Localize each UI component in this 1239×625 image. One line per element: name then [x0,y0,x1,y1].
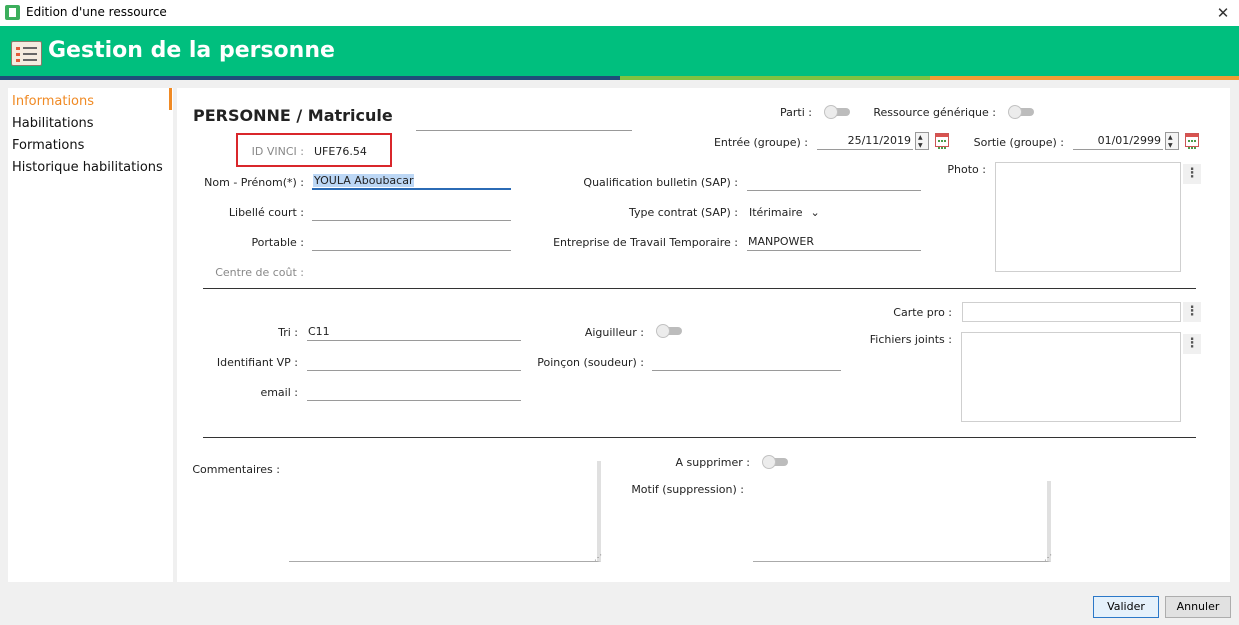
list-icon [11,41,42,66]
carte-pro-label: Carte pro : [893,306,952,319]
nom-prenom-value: YOULA Aboubacar [313,174,415,187]
motif-label: Motif (suppression) : [631,483,744,496]
email-label: email : [260,386,298,399]
qualification-label: Qualification bulletin (SAP) : [583,176,738,189]
entree-date-input[interactable]: 25/11/2019 [817,132,913,150]
close-icon[interactable]: ✕ [1212,2,1234,24]
resize-grip[interactable]: ⋰ [1044,553,1052,562]
libelle-court-label: Libellé court : [228,206,304,219]
parti-toggle[interactable] [824,105,852,119]
fichiers-joints-box[interactable] [961,332,1181,422]
parti-label: Parti : [780,106,812,119]
matricule-field[interactable] [416,130,632,131]
divider [203,437,1196,438]
window-title: Edition d'une ressource [26,5,167,19]
ressource-generique-label: Ressource générique : [873,106,996,119]
identifiant-vp-label: Identifiant VP : [216,356,298,369]
valider-button[interactable]: Valider [1093,596,1159,618]
carte-pro-field[interactable] [962,302,1181,322]
type-contrat-label: Type contrat (SAP) : [628,206,738,219]
id-vinci-label: ID VINCI : [251,145,304,158]
sidebar-item-habilitations[interactable]: Habilitations [12,116,94,131]
ett-input[interactable]: MANPOWER [747,233,921,251]
section-title: PERSONNE / Matricule [193,106,393,125]
type-contrat-value: Itérimaire [749,206,803,219]
page-title: Gestion de la personne [48,38,335,63]
email-input[interactable] [307,383,521,401]
motif-textarea[interactable] [753,481,1051,562]
photo-box[interactable] [995,162,1181,272]
ressource-generique-toggle[interactable] [1008,105,1036,119]
tri-input[interactable]: C11 [307,323,521,341]
portable-label: Portable : [251,236,304,249]
annuler-button[interactable]: Annuler [1165,596,1231,618]
libelle-court-input[interactable] [312,203,511,221]
ett-label: Entreprise de Travail Temporaire : [553,236,738,249]
id-vinci-value: UFE76.54 [314,145,367,158]
photo-label: Photo : [947,163,986,176]
sortie-label: Sortie (groupe) : [973,136,1064,149]
fichiers-joints-menu-icon[interactable]: ⋮ [1183,334,1201,354]
sortie-spinner[interactable]: ▲ ▼ [1165,132,1179,150]
qualification-input[interactable] [747,173,921,191]
sortie-date-input[interactable]: 01/01/2999 [1073,132,1163,150]
window-titlebar [0,0,1239,26]
divider [203,288,1196,289]
centre-cout-label: Centre de coût : [215,266,304,279]
sortie-calendar-icon[interactable] [1185,133,1199,149]
nom-prenom-label: Nom - Prénom(*) : [204,176,304,189]
app-icon [5,5,20,20]
commentaires-textarea[interactable] [289,461,601,562]
commentaires-label: Commentaires : [192,463,280,476]
aiguilleur-toggle[interactable] [656,324,684,338]
resize-grip[interactable]: ⋰ [594,553,602,562]
chevron-down-icon: ⌄ [810,206,820,219]
sidebar-item-formations[interactable]: Formations [12,138,84,153]
a-supprimer-label: A supprimer : [675,456,750,469]
nom-prenom-input[interactable]: YOULA Aboubacar [312,172,511,190]
portable-input[interactable] [312,233,511,251]
sidebar-item-historique-habilitations[interactable]: Historique habilitations [12,160,163,175]
fichiers-joints-label: Fichiers joints : [869,333,952,346]
entree-spinner[interactable]: ▲ ▼ [915,132,929,150]
carte-pro-menu-icon[interactable]: ⋮ [1183,302,1201,322]
active-nav-marker [169,88,172,110]
identifiant-vp-input[interactable] [307,353,521,371]
tri-label: Tri : [278,326,298,339]
poincon-label: Poinçon (soudeur) : [537,356,644,369]
entree-calendar-icon[interactable] [935,133,949,149]
entree-label: Entrée (groupe) : [713,136,808,149]
photo-menu-icon[interactable]: ⋮ [1183,164,1201,184]
poincon-input[interactable] [652,353,841,371]
sidebar-item-informations[interactable]: Informations [12,94,94,109]
aiguilleur-label: Aiguilleur : [584,326,644,339]
sidebar: Informations Habilitations Formations Hi… [8,88,173,582]
header-stripe [0,76,1239,80]
type-contrat-select[interactable]: Itérimaire ⌄ [749,206,820,219]
a-supprimer-toggle[interactable] [762,455,790,469]
